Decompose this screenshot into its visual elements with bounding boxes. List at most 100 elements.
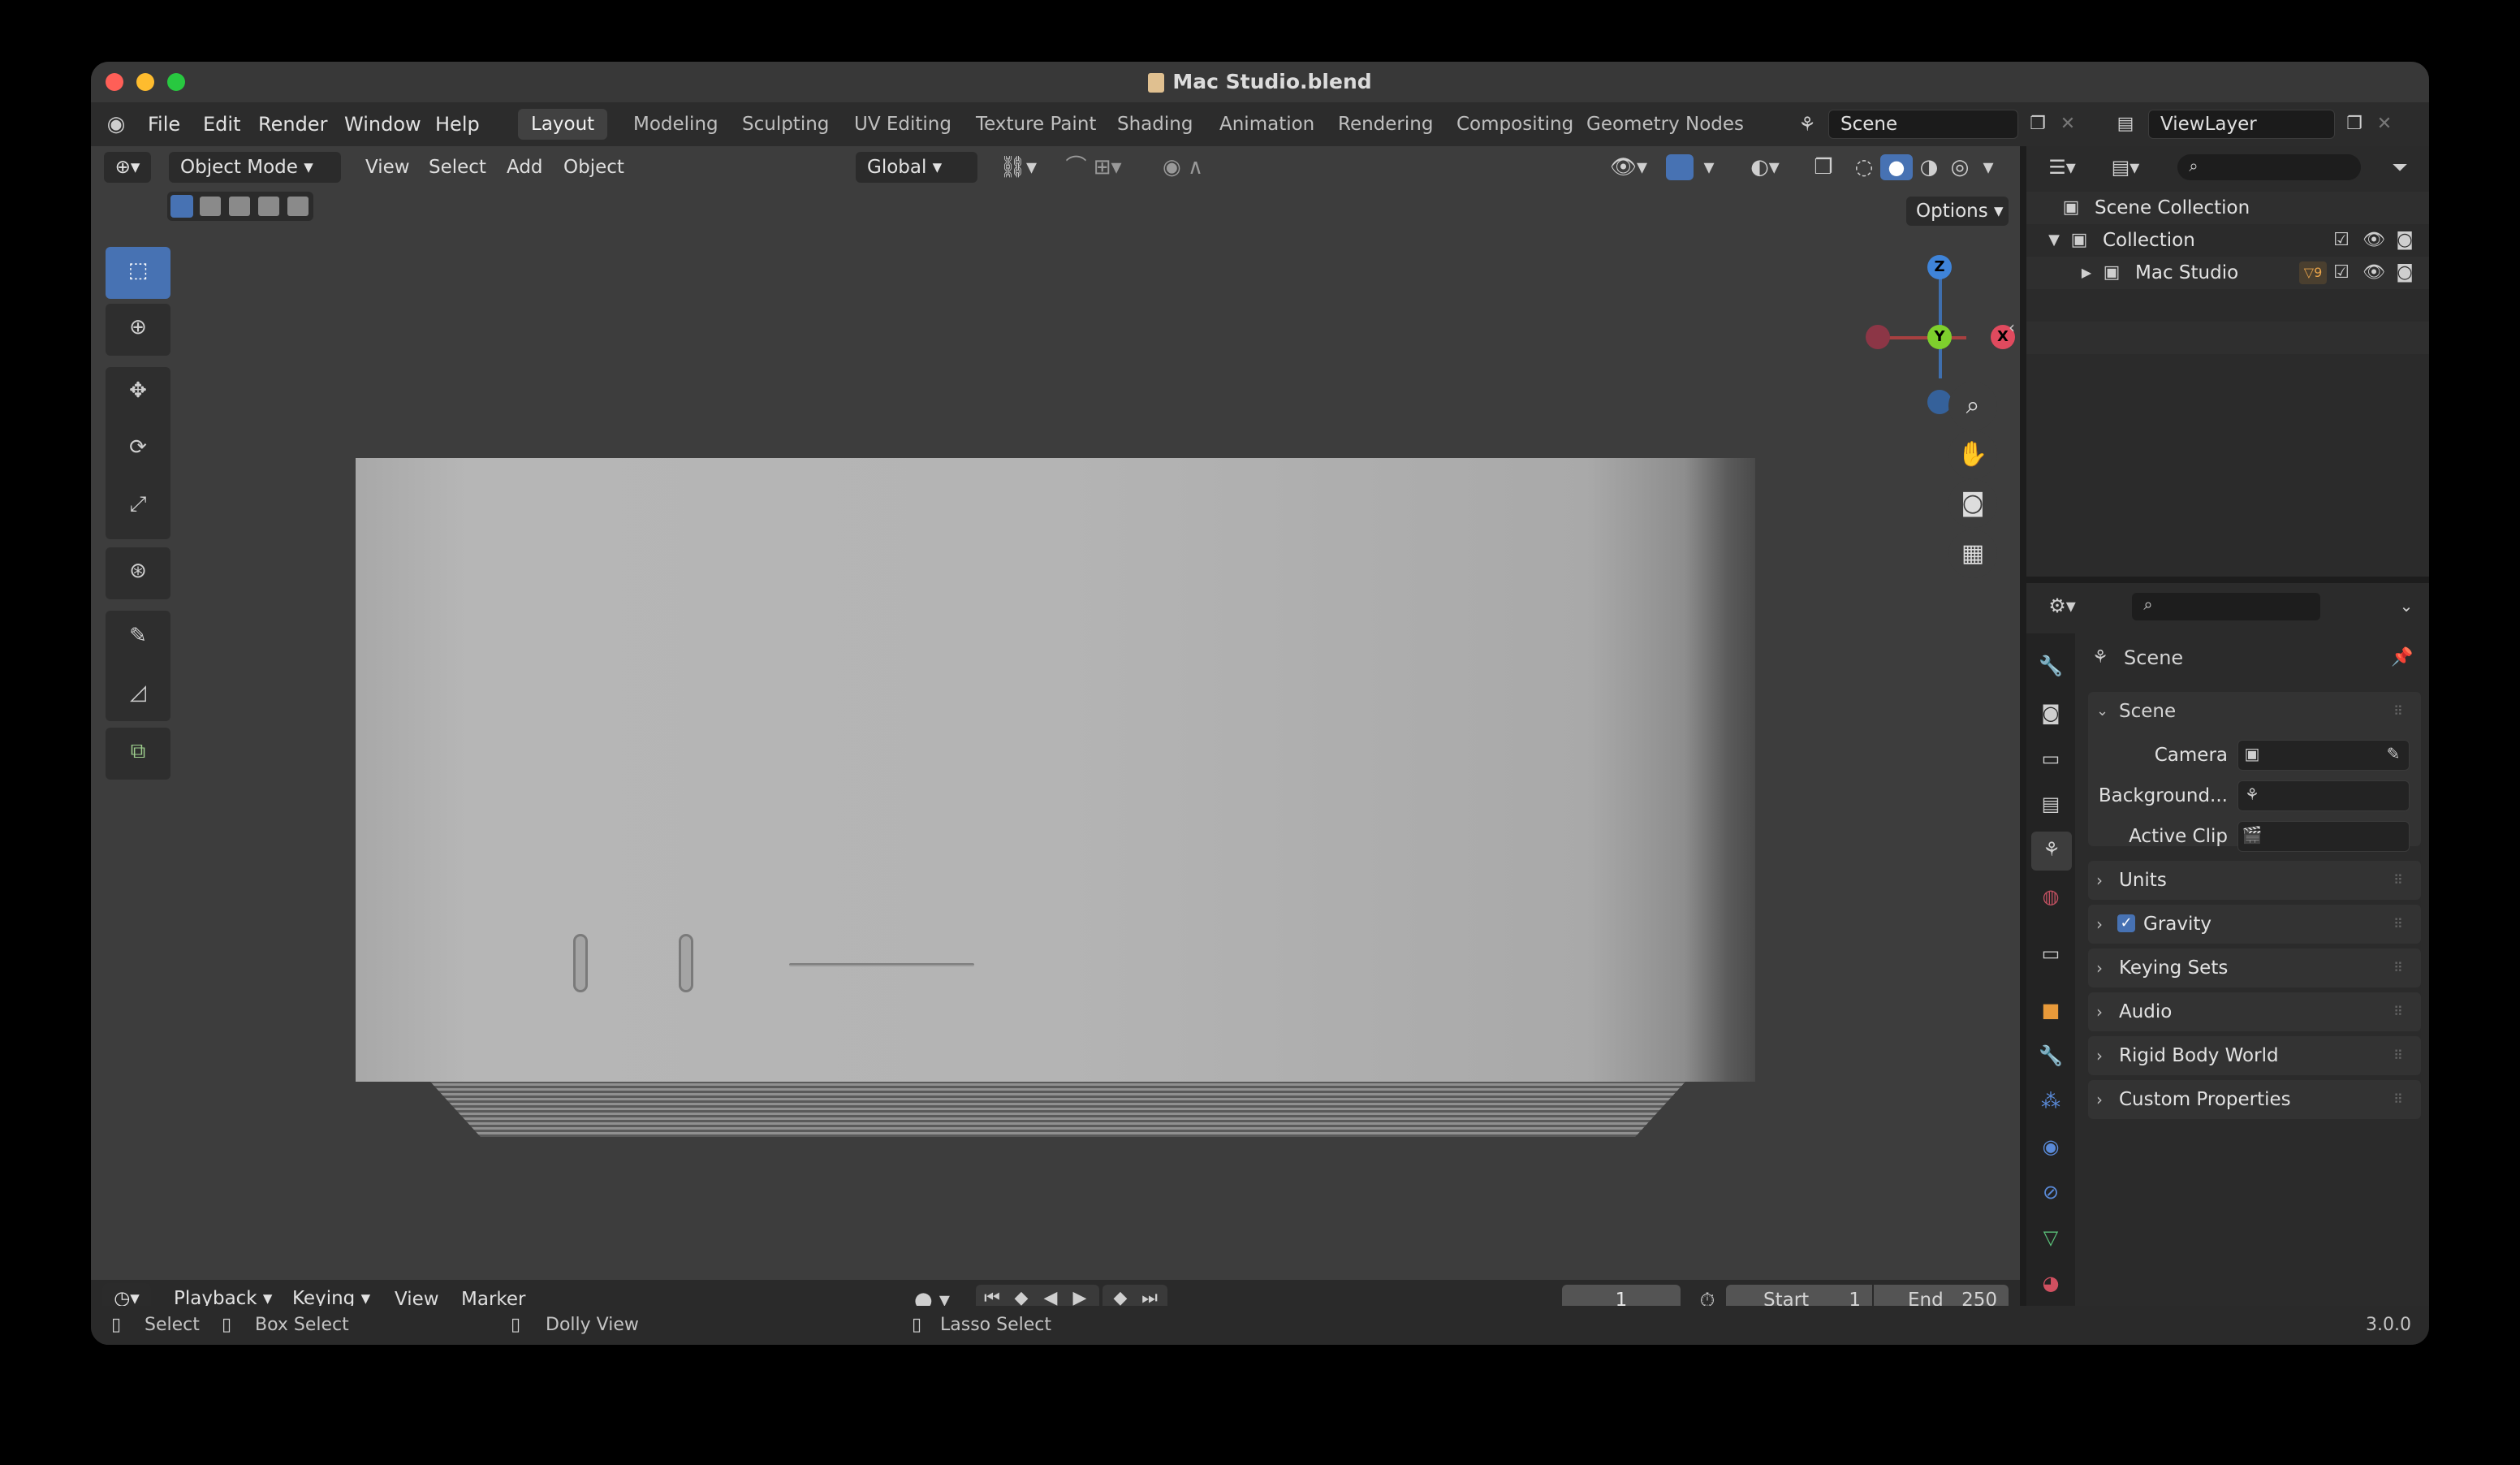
eyedropper-icon[interactable]: ✎: [2383, 744, 2404, 763]
shading-dropdown-icon[interactable]: ▾: [1976, 154, 2000, 180]
scene-panel-header[interactable]: ⌄ Scene ⠿: [2088, 692, 2421, 731]
physics-tab-icon[interactable]: ◉: [2026, 1135, 2075, 1158]
modifier-tab-icon[interactable]: 🔧: [2026, 1044, 2075, 1067]
overlays-icon[interactable]: ◐▾: [1741, 154, 1789, 180]
select-subtract-icon[interactable]: [229, 197, 250, 216]
wireframe-shading-icon[interactable]: ◌: [1849, 154, 1879, 180]
scene-field[interactable]: Scene: [1828, 110, 2018, 139]
expand-arrow-icon[interactable]: ▶: [2077, 257, 2096, 289]
material-shading-icon[interactable]: ◑: [1914, 154, 1944, 180]
tool-tab-icon[interactable]: 🔧: [2026, 655, 2075, 677]
keying-sets-panel[interactable]: › Keying Sets ⠿: [2088, 949, 2421, 987]
render-tab-icon[interactable]: ◙: [2026, 702, 2075, 724]
constraints-tab-icon[interactable]: ⊘: [2026, 1181, 2075, 1204]
gizmo-neg-x-axis[interactable]: [1866, 325, 1890, 349]
visibility-icon[interactable]: 👁▾: [1604, 154, 1653, 180]
viewport-menu-object[interactable]: Object: [563, 146, 624, 188]
menu-file[interactable]: File: [148, 102, 180, 146]
tab-texture-paint[interactable]: Texture Paint: [963, 109, 1109, 140]
active-clip-field[interactable]: 🎬: [2237, 821, 2410, 852]
drag-handle-icon[interactable]: ⠿: [2393, 905, 2403, 944]
gizmo-y-axis[interactable]: Y: [1927, 325, 1952, 349]
editor-type-dropdown[interactable]: ⊕▾: [104, 152, 151, 183]
tab-geometry-nodes[interactable]: Geometry Nodes: [1573, 109, 1757, 140]
exclude-checkbox-icon[interactable]: ☑: [2330, 257, 2353, 289]
custom-properties-panel[interactable]: › Custom Properties ⠿: [2088, 1080, 2421, 1119]
tab-layout[interactable]: Layout: [518, 109, 608, 140]
annotate-icon[interactable]: ✎: [106, 624, 170, 648]
collection-tab-icon[interactable]: ▭: [2026, 942, 2075, 965]
viewlayer-field[interactable]: ViewLayer: [2148, 110, 2335, 139]
world-tab-icon[interactable]: ◍: [2026, 885, 2075, 908]
measure-icon[interactable]: ◿: [106, 681, 170, 705]
exclude-checkbox-icon[interactable]: ☑: [2330, 224, 2353, 257]
data-tab-icon[interactable]: ▽: [2026, 1226, 2075, 1249]
drag-handle-icon[interactable]: ⠿: [2393, 692, 2403, 731]
pin-icon[interactable]: 📌: [2390, 642, 2414, 674]
tab-compositing[interactable]: Compositing: [1443, 109, 1586, 140]
background-field[interactable]: ⚘: [2237, 780, 2410, 811]
drag-handle-icon[interactable]: ⠿: [2393, 861, 2403, 900]
tab-shading[interactable]: Shading: [1104, 109, 1206, 140]
eye-icon[interactable]: 👁: [2362, 224, 2385, 257]
gizmo-toggle-icon[interactable]: [1666, 154, 1694, 180]
object-mode-dropdown[interactable]: Object Mode ▾: [169, 152, 341, 183]
select-extend-icon[interactable]: [200, 197, 221, 216]
add-cube-tool[interactable]: ⧉: [106, 728, 170, 780]
select-invert-icon[interactable]: [258, 197, 279, 216]
transform-tool[interactable]: ⊛: [106, 547, 170, 599]
outliner-row-collection[interactable]: ▼ ▣ Collection ☑ 👁 ◙: [2026, 224, 2429, 257]
viewport-menu-add[interactable]: Add: [507, 146, 543, 188]
xray-icon[interactable]: ❐: [1809, 154, 1838, 180]
outliner-editor-type-icon[interactable]: ☰▾: [2038, 154, 2086, 180]
material-tab-icon[interactable]: ◕: [2026, 1272, 2075, 1294]
eye-icon[interactable]: 👁: [2362, 257, 2385, 289]
properties-options-icon[interactable]: ⌄: [2392, 593, 2421, 619]
sidebar-toggle-icon[interactable]: ‹: [2004, 317, 2020, 338]
render-camera-icon[interactable]: ◙: [2393, 224, 2416, 257]
filter-icon[interactable]: ⏷: [2385, 154, 2414, 180]
viewport-menu-select[interactable]: Select: [429, 146, 486, 188]
viewlayer-icon[interactable]: ▤: [2109, 112, 2142, 136]
proportional-editing-icon[interactable]: ◉ ∧: [1146, 154, 1219, 180]
outliner-search-input[interactable]: ⌕: [2177, 154, 2361, 180]
gravity-panel[interactable]: › ✓ Gravity ⠿: [2088, 905, 2421, 944]
drag-handle-icon[interactable]: ⠿: [2393, 1036, 2403, 1075]
rendered-shading-icon[interactable]: ◎: [1945, 154, 1974, 180]
rigid-body-world-panel[interactable]: › Rigid Body World ⠿: [2088, 1036, 2421, 1075]
tab-animation[interactable]: Animation: [1206, 109, 1327, 140]
properties-search-input[interactable]: ⌕: [2132, 593, 2320, 620]
drag-handle-icon[interactable]: ⠿: [2393, 1080, 2403, 1119]
tab-rendering[interactable]: Rendering: [1325, 109, 1446, 140]
gizmo-z-axis[interactable]: Z: [1927, 255, 1952, 279]
cursor-tool[interactable]: ⊕: [106, 304, 170, 356]
move-icon[interactable]: ✥: [106, 378, 170, 403]
zoom-view-icon[interactable]: ⌕: [1948, 382, 1997, 430]
menu-help[interactable]: Help: [435, 102, 480, 146]
transform-orientation-dropdown[interactable]: Global ▾: [856, 152, 977, 183]
orthographic-toggle-icon[interactable]: ▦: [1948, 529, 1997, 578]
tab-modeling[interactable]: Modeling: [620, 109, 731, 140]
menu-edit[interactable]: Edit: [203, 102, 240, 146]
mac-studio-model[interactable]: [356, 458, 1755, 1082]
outliner-row-mac-studio[interactable]: ▶ ▣ Mac Studio ▽9 ☑ 👁 ◙: [2026, 257, 2429, 289]
snap-icon[interactable]: ⌒ ⊞▾: [1049, 154, 1138, 180]
scene-icon[interactable]: ⚘: [1791, 112, 1823, 136]
collapse-arrow-icon[interactable]: ▼: [2044, 224, 2064, 257]
properties-editor-type-icon[interactable]: ⚙▾: [2038, 593, 2086, 619]
gravity-checkbox[interactable]: ✓: [2117, 914, 2135, 932]
blender-logo-icon[interactable]: ◉: [102, 112, 130, 136]
audio-panel[interactable]: › Audio ⠿: [2088, 992, 2421, 1031]
drag-handle-icon[interactable]: ⠿: [2393, 992, 2403, 1031]
scale-icon[interactable]: ⤢: [106, 492, 170, 517]
object-tab-icon[interactable]: ■: [2026, 999, 2075, 1022]
outliner-row-scene-collection[interactable]: ▣ Scene Collection: [2026, 192, 2429, 224]
menu-window[interactable]: Window: [344, 102, 421, 146]
new-viewlayer-icon[interactable]: ❐: [2340, 112, 2369, 136]
rotate-icon[interactable]: ⟳: [106, 435, 170, 460]
camera-view-icon[interactable]: ◙: [1948, 479, 1997, 528]
solid-shading-icon[interactable]: ●: [1880, 154, 1913, 180]
delete-scene-icon[interactable]: ✕: [2056, 112, 2080, 136]
tab-sculpting[interactable]: Sculpting: [729, 109, 842, 140]
display-mode-icon[interactable]: ▤▾: [2101, 154, 2150, 180]
